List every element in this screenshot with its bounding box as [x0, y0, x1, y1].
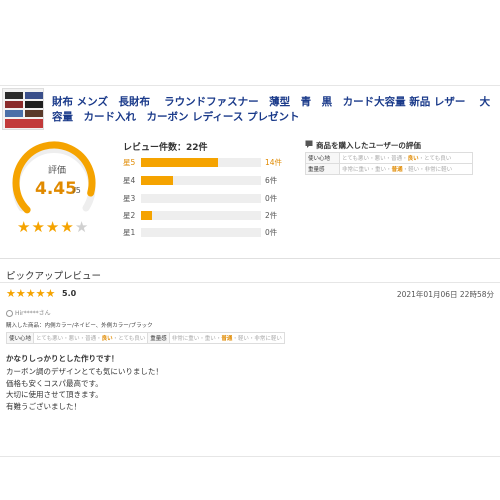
eval-row: 重量感 非常に重い・重い・普通・軽い・非常に軽い — [305, 163, 473, 175]
eval-options: とても悪い・悪い・普通・良い・とても良い — [339, 152, 473, 164]
review-eval-table: 使い心地 とても悪い・悪い・普通・良い・とても良い 重量感 非常に重い・重い・普… — [5, 332, 285, 344]
product-thumbnail[interactable] — [2, 88, 44, 130]
rating-stars: ★★★★★ — [17, 218, 89, 236]
review-body: カーボン調のデザインとても気にいりました！ 価格も安くコスパ最高です。 大切に使… — [6, 366, 163, 412]
rating-bar-fill — [141, 211, 152, 220]
review-headline: かなりしっかりとした作りです！ — [6, 354, 119, 363]
rating-row-count: 0件 — [265, 194, 278, 203]
user-eval-table: 使い心地 とても悪い・悪い・普通・良い・とても良い 重量感 非常に重い・重い・普… — [305, 152, 473, 175]
eval-options: 非常に重い・重い・普通・軽い・非常に軽い — [339, 163, 473, 175]
bottom-divider — [0, 456, 500, 457]
eval-options: 非常に重い・重い・普通・軽い・非常に軽い — [168, 332, 285, 344]
rating-suffix: /5 — [73, 186, 81, 195]
eval-key: 使い心地 — [5, 332, 35, 344]
rating-row-count: 0件 — [265, 228, 278, 237]
rating-bar-track — [141, 228, 261, 237]
rating-row-label: 星3 — [123, 194, 136, 203]
product-title-link[interactable]: 財布 メンズ 長財布 ラウンドファスナー 薄型 青 黒 カード大容量 新品 レザ… — [52, 95, 500, 125]
review-line: 有難うございました！ — [6, 401, 81, 411]
rating-bar-fill — [141, 176, 174, 185]
rating-row-count: 2件 — [265, 211, 278, 220]
review-count: レビュー件数：22件 — [123, 143, 208, 153]
review-stars: ★★★★★ — [6, 287, 56, 300]
eval-key: 重量感 — [305, 163, 340, 175]
rating-bar-track — [141, 194, 261, 203]
rating-bar-fill — [141, 158, 218, 167]
rating-row-label: 星1 — [123, 228, 136, 237]
pickup-review-title: ピックアップレビュー — [6, 271, 102, 282]
rating-bar-track — [141, 158, 261, 167]
top-divider — [0, 85, 500, 86]
star-icon: ★ — [17, 218, 32, 236]
eval-row: 使い心地 とても悪い・悪い・普通・良い・とても良い — [305, 152, 473, 164]
eval-key: 重量感 — [147, 332, 170, 344]
star-icon: ★ — [31, 218, 46, 236]
comment-icon — [305, 140, 313, 148]
star-empty-icon: ★ — [74, 218, 90, 236]
rating-row-label: 星4 — [123, 176, 136, 185]
purchased-variant: 購入した商品：内側カラー/ネイビー、外側カラー/ブラック — [6, 323, 153, 329]
rating-row-label: 星5 — [123, 158, 136, 167]
user-icon — [6, 310, 13, 317]
rating-row-count: 6件 — [265, 176, 278, 185]
rating-gauge — [12, 141, 96, 214]
rating-bar-track — [141, 211, 261, 220]
eval-key: 使い心地 — [305, 152, 340, 164]
rating-row-3[interactable]: 星3 0件 — [123, 192, 288, 204]
rating-value: 4.45 — [35, 179, 77, 199]
section-divider — [0, 258, 500, 259]
rating-label: 評価 — [48, 166, 67, 176]
rating-row-5[interactable]: 星5 14件 — [123, 156, 288, 168]
rating-row-2[interactable]: 星2 2件 — [123, 209, 288, 221]
star-icon: ★ — [60, 218, 75, 236]
review-date: 2021年01月06日 22時58分 — [396, 290, 494, 299]
user-eval-heading: 商品を購入したユーザーの評価 — [316, 141, 421, 150]
pickup-divider — [0, 282, 500, 283]
rating-row-label: 星2 — [123, 211, 136, 220]
review-line: 大切に使用させて頂きます。 — [6, 390, 103, 399]
rating-row-4[interactable]: 星4 6件 — [123, 174, 288, 186]
rating-bar-track — [141, 176, 261, 185]
reviewer[interactable]: Hir*****さん — [6, 308, 51, 317]
reviewer-name: Hir*****さん — [15, 310, 51, 317]
rating-row-count: 14件 — [265, 158, 283, 167]
eval-options: とても悪い・悪い・普通・良い・とても良い — [33, 332, 149, 344]
review-score: 5.0 — [62, 289, 77, 298]
review-line: 価格も安くコスパ最高です。 — [6, 378, 103, 388]
rating-row-1[interactable]: 星1 0件 — [123, 226, 288, 238]
star-icon: ★ — [45, 218, 61, 236]
review-line: カーボン調のデザインとても気にいりました！ — [6, 367, 163, 376]
